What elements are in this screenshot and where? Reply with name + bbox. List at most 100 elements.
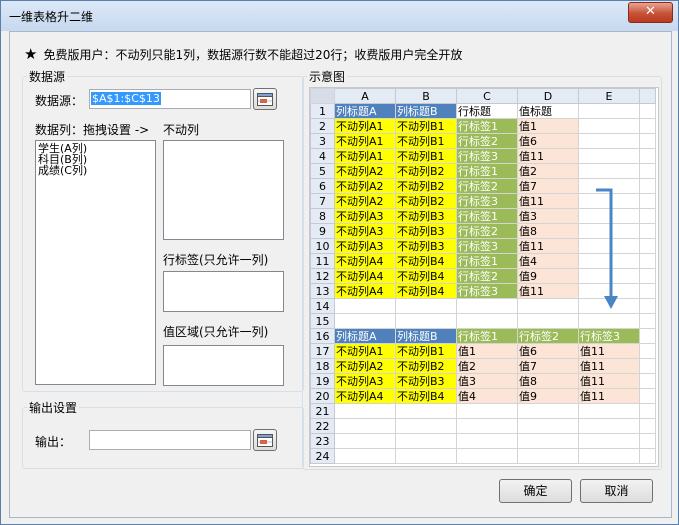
sheet-cell (395, 418, 457, 434)
sheet-cell-extra (639, 238, 656, 254)
sheet-row: 2 不动列A1 不动列B1 行标签1 值1 (310, 118, 656, 134)
output-range-picker-button[interactable] (253, 429, 277, 451)
sheet-cell (395, 298, 457, 314)
column-item[interactable]: 成绩(C列) (36, 165, 155, 176)
sheet-cell: 值8 (517, 223, 579, 239)
value-area-list[interactable] (163, 345, 284, 386)
sheet-cell: 值6 (517, 343, 579, 359)
sheet-cell (517, 418, 579, 434)
column-header-extra (639, 88, 656, 104)
sheet-cell: 不动列B2 (395, 193, 457, 209)
source-range-picker-button[interactable] (253, 88, 277, 110)
sheet-cell: 不动列B4 (395, 253, 457, 269)
row-header: 5 (310, 163, 335, 179)
sheet-cell: 不动列A3 (334, 208, 396, 224)
sheet-cell (578, 133, 640, 149)
sheet-cell: 不动列B3 (395, 223, 457, 239)
sheet-row: 5 不动列A2 不动列B2 行标签1 值2 (310, 163, 656, 179)
sheet-cell (578, 103, 640, 119)
sheet-cell: 值标题 (517, 103, 579, 119)
sheet-cell: 值11 (517, 283, 579, 299)
sheet-cell: 值11 (578, 388, 640, 404)
sheet-cell-extra (639, 373, 656, 389)
sheet-row: 4 不动列A1 不动列B1 行标签3 值11 (310, 148, 656, 164)
sheet-cell: 值4 (517, 253, 579, 269)
range-picker-icon (257, 93, 273, 106)
sheet-row: 24 (310, 448, 656, 464)
sheet-cell-extra (639, 328, 656, 344)
sheet-cell: 行标签3 (456, 238, 518, 254)
source-label: 数据源： (35, 94, 84, 108)
column-header: C (456, 88, 518, 104)
source-columns-list[interactable]: 学生(A列) 科目(B列) 成绩(C列) (35, 140, 156, 385)
sheet-cell: 行标签2 (517, 328, 579, 344)
sheet-cell: 不动列B1 (395, 343, 457, 359)
sheet-cell-extra (639, 118, 656, 134)
sheet-cell: 值6 (517, 133, 579, 149)
star-icon: ★ (24, 45, 38, 63)
row-header: 4 (310, 148, 335, 164)
sheet-cell: 不动列A3 (334, 223, 396, 239)
sheet-cell-extra (639, 448, 656, 464)
window-title: 一维表格升二维 (9, 10, 94, 24)
sheet-cell-extra (639, 133, 656, 149)
sheet-cell (456, 298, 518, 314)
sheet-cell: 不动列B2 (395, 163, 457, 179)
sheet-cell (334, 313, 396, 329)
output-label: 输出： (35, 435, 72, 449)
notice-bar: ★ 免费版用户：不动列只能1列，数据源行数不能超过20行；收费版用户完全开放 (24, 45, 462, 63)
sheet-cell (456, 448, 518, 464)
sheet-cell: 行标签3 (456, 193, 518, 209)
sheet-cell (456, 418, 518, 434)
sheet-cell: 不动列A4 (334, 283, 396, 299)
sheet-cell: 列标题A (334, 103, 396, 119)
sheet-cell: 不动列A2 (334, 193, 396, 209)
sheet-cell: 不动列B1 (395, 118, 457, 134)
sheet-cell: 不动列B3 (395, 373, 457, 389)
row-header: 1 (310, 103, 335, 119)
sheet-cell (517, 403, 579, 419)
sheet-row: 3 不动列A1 不动列B1 行标签2 值6 (310, 133, 656, 149)
sheet-row: 17 不动列A1 不动列B1 值1 值6 值11 (310, 343, 656, 359)
sheet-cell (578, 313, 640, 329)
datasource-group: 数据源 数据源： $A$1:$C$13 数据列：拖拽设置 -> 不动列 学生(A… (22, 68, 304, 392)
cancel-button[interactable]: 取消 (580, 479, 653, 503)
source-input[interactable]: $A$1:$C$13 (89, 89, 251, 109)
sheet-cell (334, 433, 396, 449)
sheet-cell-extra (639, 163, 656, 179)
close-button[interactable]: ✕ (628, 2, 673, 23)
sheet-cell (456, 403, 518, 419)
sheet-cell (578, 403, 640, 419)
output-input[interactable] (89, 430, 251, 450)
sheet-cell: 值7 (517, 178, 579, 194)
source-input-value: $A$1:$C$13 (91, 92, 161, 105)
sheet-row: 21 (310, 403, 656, 419)
sheet-cell-extra (639, 268, 656, 284)
row-header: 8 (310, 208, 335, 224)
output-group: 输出设置 输出： (22, 399, 304, 469)
sheet-cell (456, 313, 518, 329)
sheet-row: 23 (310, 433, 656, 449)
sheet-cell: 不动列A4 (334, 388, 396, 404)
row-header: 16 (310, 328, 335, 344)
sheet-cell: 行标签1 (456, 118, 518, 134)
sheet-cell: 值2 (517, 163, 579, 179)
fixed-columns-list[interactable] (163, 140, 284, 240)
sheet-cell: 行标签3 (456, 283, 518, 299)
sheet-cell (578, 418, 640, 434)
row-header: 6 (310, 178, 335, 194)
column-header: D (517, 88, 579, 104)
sheet-cell-extra (639, 148, 656, 164)
row-header: 14 (310, 298, 335, 314)
sheet-cell: 不动列A3 (334, 238, 396, 254)
sheet-cell: 不动列B3 (395, 238, 457, 254)
sheet-cell-extra (639, 298, 656, 314)
title-bar[interactable]: 一维表格升二维 ✕ (1, 1, 678, 31)
column-header-row: ABCDE (310, 88, 656, 104)
sheet-cell: 不动列B4 (395, 283, 457, 299)
sheet-cell (578, 163, 640, 179)
sheet-cell: 值7 (517, 358, 579, 374)
row-header: 18 (310, 358, 335, 374)
ok-button[interactable]: 确定 (499, 479, 572, 503)
row-tag-list[interactable] (163, 271, 284, 312)
